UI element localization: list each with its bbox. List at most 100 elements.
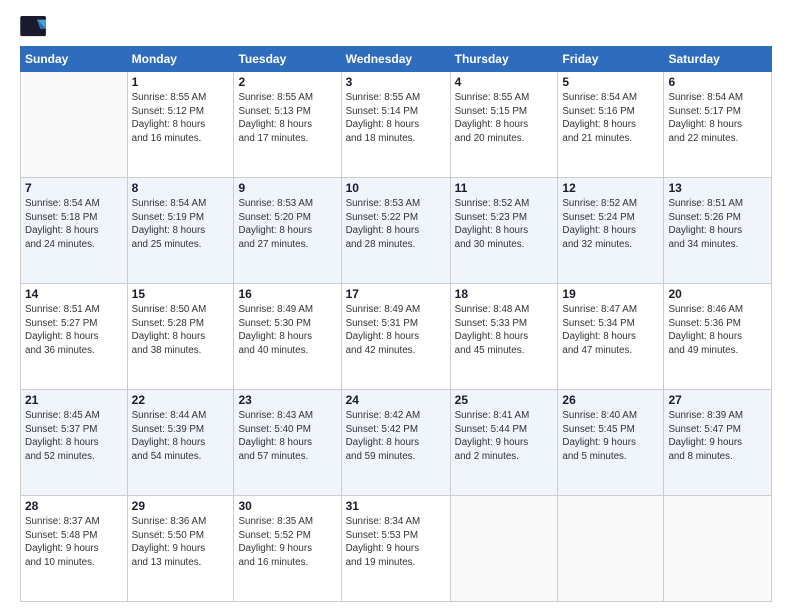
calendar: SundayMondayTuesdayWednesdayThursdayFrid… — [20, 46, 772, 602]
day-number: 29 — [132, 499, 230, 513]
calendar-cell — [664, 496, 772, 602]
day-info: Sunrise: 8:45 AM Sunset: 5:37 PM Dayligh… — [25, 409, 123, 464]
day-info: Sunrise: 8:36 AM Sunset: 5:50 PM Dayligh… — [132, 515, 230, 570]
day-number: 31 — [346, 499, 446, 513]
week-row-1: 7Sunrise: 8:54 AM Sunset: 5:18 PM Daylig… — [21, 178, 772, 284]
day-number: 3 — [346, 75, 446, 89]
calendar-cell: 9 Sunrise: 8:53 AM Sunset: 5:20 PM Daylig… — [234, 178, 341, 284]
calendar-cell: 17 Sunrise: 8:49 AM Sunset: 5:31 PM Dayli… — [341, 284, 450, 390]
calendar-cell: 1 Sunrise: 8:55 AM Sunset: 5:12 PM Daylig… — [127, 72, 234, 178]
calendar-cell: 24 Sunrise: 8:42 AM Sunset: 5:42 PM Dayli… — [341, 390, 450, 496]
week-row-0: 1 Sunrise: 8:55 AM Sunset: 5:12 PM Daylig… — [21, 72, 772, 178]
week-row-3: 21Sunrise: 8:45 AM Sunset: 5:37 PM Dayli… — [21, 390, 772, 496]
calendar-cell: 10 Sunrise: 8:53 AM Sunset: 5:22 PM Dayli… — [341, 178, 450, 284]
day-info: Sunrise: 8:55 AM Sunset: 5:15 PM Dayligh… — [455, 91, 554, 146]
day-info: Sunrise: 8:55 AM Sunset: 5:12 PM Dayligh… — [132, 91, 230, 146]
calendar-cell: 30 Sunrise: 8:35 AM Sunset: 5:52 PM Dayli… — [234, 496, 341, 602]
day-number: 2 — [238, 75, 336, 89]
calendar-cell — [21, 72, 128, 178]
weekday-header-monday: Monday — [127, 47, 234, 72]
calendar-cell: 8 Sunrise: 8:54 AM Sunset: 5:19 PM Daylig… — [127, 178, 234, 284]
day-info: Sunrise: 8:47 AM Sunset: 5:34 PM Dayligh… — [562, 303, 659, 358]
day-number: 26 — [562, 393, 659, 407]
day-info: Sunrise: 8:53 AM Sunset: 5:20 PM Dayligh… — [238, 197, 336, 252]
day-number: 20 — [668, 287, 767, 301]
day-number: 1 — [132, 75, 230, 89]
day-info: Sunrise: 8:54 AM Sunset: 5:17 PM Dayligh… — [668, 91, 767, 146]
day-info: Sunrise: 8:46 AM Sunset: 5:36 PM Dayligh… — [668, 303, 767, 358]
calendar-cell: 11 Sunrise: 8:52 AM Sunset: 5:23 PM Dayli… — [450, 178, 558, 284]
day-number: 6 — [668, 75, 767, 89]
calendar-cell: 19Sunrise: 8:47 AM Sunset: 5:34 PM Dayli… — [558, 284, 664, 390]
weekday-header-tuesday: Tuesday — [234, 47, 341, 72]
calendar-cell: 31 Sunrise: 8:34 AM Sunset: 5:53 PM Dayli… — [341, 496, 450, 602]
day-info: Sunrise: 8:50 AM Sunset: 5:28 PM Dayligh… — [132, 303, 230, 358]
calendar-cell: 29 Sunrise: 8:36 AM Sunset: 5:50 PM Dayli… — [127, 496, 234, 602]
calendar-cell: 28 Sunrise: 8:37 AM Sunset: 5:48 PM Dayli… — [21, 496, 128, 602]
day-info: Sunrise: 8:49 AM Sunset: 5:31 PM Dayligh… — [346, 303, 446, 358]
day-info: Sunrise: 8:34 AM Sunset: 5:53 PM Dayligh… — [346, 515, 446, 570]
weekday-header-friday: Friday — [558, 47, 664, 72]
day-number: 28 — [25, 499, 123, 513]
calendar-cell: 16Sunrise: 8:49 AM Sunset: 5:30 PM Dayli… — [234, 284, 341, 390]
calendar-cell: 3 Sunrise: 8:55 AM Sunset: 5:14 PM Daylig… — [341, 72, 450, 178]
day-info: Sunrise: 8:55 AM Sunset: 5:14 PM Dayligh… — [346, 91, 446, 146]
day-info: Sunrise: 8:51 AM Sunset: 5:27 PM Dayligh… — [25, 303, 123, 358]
calendar-cell: 12Sunrise: 8:52 AM Sunset: 5:24 PM Dayli… — [558, 178, 664, 284]
calendar-cell — [558, 496, 664, 602]
calendar-cell: 13 Sunrise: 8:51 AM Sunset: 5:26 PM Dayli… — [664, 178, 772, 284]
day-info: Sunrise: 8:54 AM Sunset: 5:16 PM Dayligh… — [562, 91, 659, 146]
weekday-header-saturday: Saturday — [664, 47, 772, 72]
day-info: Sunrise: 8:42 AM Sunset: 5:42 PM Dayligh… — [346, 409, 446, 464]
day-number: 9 — [238, 181, 336, 195]
calendar-cell: 23Sunrise: 8:43 AM Sunset: 5:40 PM Dayli… — [234, 390, 341, 496]
calendar-cell: 15 Sunrise: 8:50 AM Sunset: 5:28 PM Dayli… — [127, 284, 234, 390]
day-number: 12 — [562, 181, 659, 195]
week-row-4: 28 Sunrise: 8:37 AM Sunset: 5:48 PM Dayli… — [21, 496, 772, 602]
day-number: 18 — [455, 287, 554, 301]
calendar-cell: 26Sunrise: 8:40 AM Sunset: 5:45 PM Dayli… — [558, 390, 664, 496]
day-info: Sunrise: 8:35 AM Sunset: 5:52 PM Dayligh… — [238, 515, 336, 570]
weekday-header-row: SundayMondayTuesdayWednesdayThursdayFrid… — [21, 47, 772, 72]
calendar-cell: 22 Sunrise: 8:44 AM Sunset: 5:39 PM Dayli… — [127, 390, 234, 496]
day-info: Sunrise: 8:52 AM Sunset: 5:23 PM Dayligh… — [455, 197, 554, 252]
day-info: Sunrise: 8:37 AM Sunset: 5:48 PM Dayligh… — [25, 515, 123, 570]
day-number: 10 — [346, 181, 446, 195]
day-info: Sunrise: 8:55 AM Sunset: 5:13 PM Dayligh… — [238, 91, 336, 146]
calendar-cell: 25 Sunrise: 8:41 AM Sunset: 5:44 PM Dayli… — [450, 390, 558, 496]
day-info: Sunrise: 8:54 AM Sunset: 5:19 PM Dayligh… — [132, 197, 230, 252]
calendar-cell: 6 Sunrise: 8:54 AM Sunset: 5:17 PM Daylig… — [664, 72, 772, 178]
calendar-cell — [450, 496, 558, 602]
day-info: Sunrise: 8:51 AM Sunset: 5:26 PM Dayligh… — [668, 197, 767, 252]
calendar-cell: 14 Sunrise: 8:51 AM Sunset: 5:27 PM Dayli… — [21, 284, 128, 390]
calendar-cell: 18 Sunrise: 8:48 AM Sunset: 5:33 PM Dayli… — [450, 284, 558, 390]
day-info: Sunrise: 8:39 AM Sunset: 5:47 PM Dayligh… — [668, 409, 767, 464]
day-info: Sunrise: 8:41 AM Sunset: 5:44 PM Dayligh… — [455, 409, 554, 464]
logo-icon — [20, 16, 48, 38]
day-number: 27 — [668, 393, 767, 407]
day-number: 8 — [132, 181, 230, 195]
header — [20, 16, 772, 38]
day-number: 22 — [132, 393, 230, 407]
day-number: 30 — [238, 499, 336, 513]
day-number: 25 — [455, 393, 554, 407]
day-number: 13 — [668, 181, 767, 195]
day-number: 17 — [346, 287, 446, 301]
calendar-cell: 21Sunrise: 8:45 AM Sunset: 5:37 PM Dayli… — [21, 390, 128, 496]
day-info: Sunrise: 8:54 AM Sunset: 5:18 PM Dayligh… — [25, 197, 123, 252]
week-row-2: 14 Sunrise: 8:51 AM Sunset: 5:27 PM Dayli… — [21, 284, 772, 390]
day-number: 16 — [238, 287, 336, 301]
day-info: Sunrise: 8:53 AM Sunset: 5:22 PM Dayligh… — [346, 197, 446, 252]
day-number: 11 — [455, 181, 554, 195]
weekday-header-wednesday: Wednesday — [341, 47, 450, 72]
day-number: 14 — [25, 287, 123, 301]
calendar-cell: 27 Sunrise: 8:39 AM Sunset: 5:47 PM Dayli… — [664, 390, 772, 496]
logo — [20, 16, 50, 38]
day-info: Sunrise: 8:48 AM Sunset: 5:33 PM Dayligh… — [455, 303, 554, 358]
calendar-cell: 20 Sunrise: 8:46 AM Sunset: 5:36 PM Dayli… — [664, 284, 772, 390]
day-number: 4 — [455, 75, 554, 89]
day-number: 24 — [346, 393, 446, 407]
day-info: Sunrise: 8:44 AM Sunset: 5:39 PM Dayligh… — [132, 409, 230, 464]
calendar-cell: 7Sunrise: 8:54 AM Sunset: 5:18 PM Daylig… — [21, 178, 128, 284]
day-number: 15 — [132, 287, 230, 301]
